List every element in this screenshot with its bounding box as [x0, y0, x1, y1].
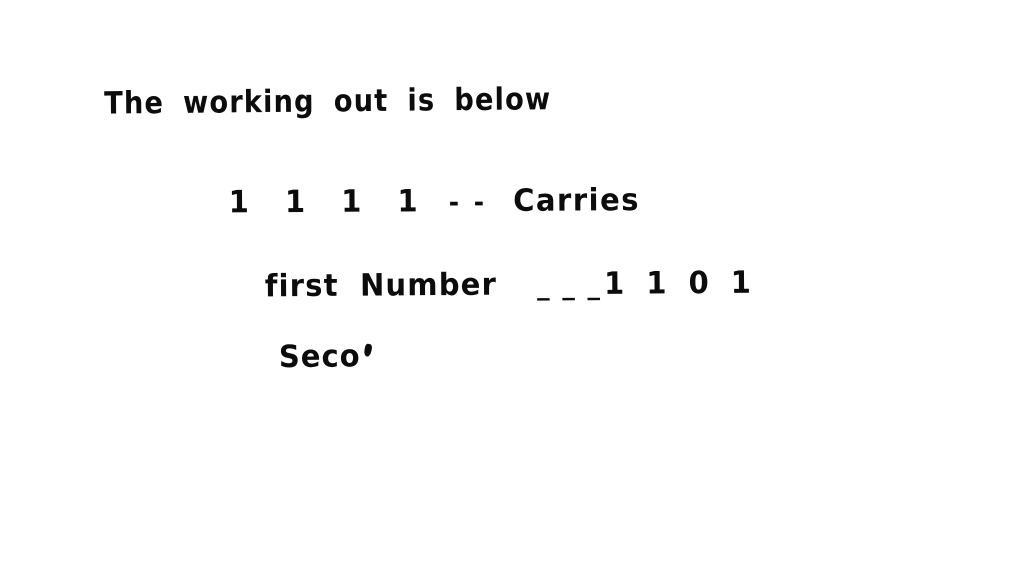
carries-dashes: - - [448, 186, 488, 218]
first-number-value-last-digit: 1 [730, 264, 752, 301]
first-number-value: 1 1 0 [603, 264, 715, 302]
heading-text: The working out is below [104, 80, 552, 122]
carries-bits: 1 1 1 1 [228, 182, 431, 220]
first-number-dashes: _ _ _ [536, 269, 603, 301]
second-number-label: Seco [278, 337, 361, 375]
handwritten-note-canvas: The working out is below 1 1 1 1 - - Carri… [0, 0, 1024, 576]
truncated-stroke-mark [363, 343, 373, 358]
second-number-line: Seco [234, 301, 373, 411]
first-number-label: first Number [264, 266, 498, 304]
carries-label: Carries [513, 181, 641, 219]
